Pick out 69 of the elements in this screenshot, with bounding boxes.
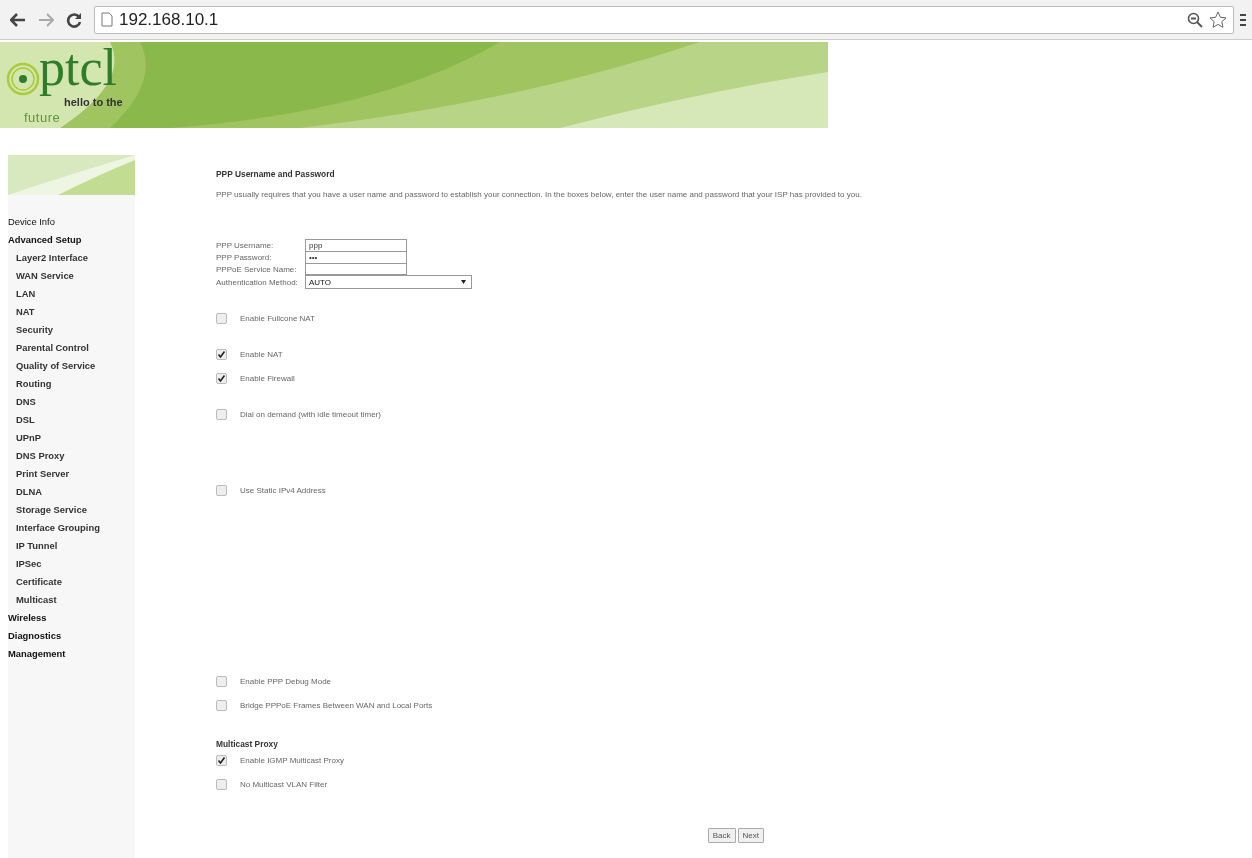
section-title: PPP Username and Password xyxy=(216,169,336,179)
checkbox[interactable] xyxy=(216,313,227,324)
sidebar-item[interactable]: IPSec xyxy=(16,559,42,570)
sidebar-item[interactable]: Wireless xyxy=(8,613,47,624)
input-field[interactable]: ppp xyxy=(305,239,407,251)
caret-icon xyxy=(461,280,466,284)
sidebar-item[interactable]: Diagnostics xyxy=(8,631,62,642)
sidebar-item[interactable]: Print Server xyxy=(16,469,70,480)
checkbox[interactable] xyxy=(216,485,227,496)
sidebar-item[interactable]: DNS xyxy=(16,397,36,408)
sidebar-item[interactable]: Security xyxy=(16,325,53,336)
dropdown[interactable]: AUTO xyxy=(305,275,472,289)
checkbox[interactable] xyxy=(216,755,227,766)
checkbox-label: Use Static IPv4 Address xyxy=(240,486,326,495)
sidebar-item[interactable]: Advanced Setup xyxy=(8,235,82,246)
checkbox[interactable] xyxy=(216,349,227,360)
field-label: PPP Password: xyxy=(216,252,272,262)
input-field[interactable] xyxy=(305,263,407,275)
checkbox-label: Enable Fullcone NAT xyxy=(240,314,315,323)
sidebar-item[interactable]: Quality of Service xyxy=(16,361,96,372)
section-title: Multicast Proxy xyxy=(216,739,279,749)
sidebar-item[interactable]: WAN Service xyxy=(16,271,74,282)
sidebar-item[interactable]: Management xyxy=(8,649,66,660)
description-text: PPP usually requires that you have a user name and password to establish your connection. In the boxes below, enter the user name and password that your ISP has provided to you. xyxy=(216,190,863,199)
address-bar[interactable]: 192.168.10.1 xyxy=(94,5,1234,34)
star-icon[interactable] xyxy=(1209,10,1227,29)
logo-tagline: hello to the xyxy=(64,96,123,108)
checkbox[interactable] xyxy=(216,779,227,790)
sidebar-item[interactable]: Storage Service xyxy=(16,505,87,516)
checkbox-label: Dial on demand (with idle timeout timer) xyxy=(240,410,381,419)
sidebar-item[interactable]: LAN xyxy=(16,289,36,300)
checkbox[interactable] xyxy=(216,700,227,711)
checkbox-label: Bridge PPPoE Frames Between WAN and Local Ports xyxy=(240,701,433,710)
nav-button[interactable]: Back xyxy=(707,828,736,843)
logo-text: ptcl xyxy=(39,42,117,94)
sidebar-item[interactable]: Routing xyxy=(16,379,52,390)
sidebar-item[interactable]: NAT xyxy=(16,307,35,318)
checkbox-label: Enable IGMP Multicast Proxy xyxy=(240,756,344,765)
sidebar-item[interactable]: Device Info xyxy=(8,217,55,228)
sidebar-item[interactable]: Interface Grouping xyxy=(16,523,100,534)
logo-icon xyxy=(6,62,40,96)
field-label: Authentication Method: xyxy=(216,277,298,287)
menu-icon[interactable] xyxy=(1240,12,1246,27)
url-text: 192.168.10.1 xyxy=(119,9,220,30)
sidebar-item[interactable]: Multicast xyxy=(16,595,57,606)
sidebar-item[interactable]: Parental Control xyxy=(16,343,89,354)
zoom-out-icon[interactable] xyxy=(1187,11,1203,28)
checkbox-label: Enable NAT xyxy=(240,350,283,359)
logo-tagline: future xyxy=(24,110,61,125)
nav-button[interactable]: Next xyxy=(737,828,764,843)
field-label: PPP Username: xyxy=(216,240,274,250)
checkbox-label: No Multicast VLAN Filter xyxy=(240,780,328,789)
checkbox-label: Enable PPP Debug Mode xyxy=(240,677,332,686)
checkbox-label: Enable Firewall xyxy=(240,374,295,383)
sidebar-item[interactable]: Layer2 Interface xyxy=(16,253,88,264)
checkbox[interactable] xyxy=(216,373,227,384)
page-icon xyxy=(101,12,113,27)
checkbox[interactable] xyxy=(216,676,227,687)
input-field[interactable]: ••• xyxy=(305,251,407,263)
back-icon[interactable] xyxy=(10,12,26,27)
sidebar-item[interactable]: IP Tunnel xyxy=(16,541,58,552)
sidebar-item[interactable]: UPnP xyxy=(16,433,41,444)
sidebar-item[interactable]: DNS Proxy xyxy=(16,451,65,462)
sidebar-item[interactable]: DLNA xyxy=(16,487,43,498)
sidebar-item[interactable]: DSL xyxy=(16,415,35,426)
checkbox[interactable] xyxy=(216,409,227,420)
reload-icon[interactable] xyxy=(66,11,82,28)
field-label: PPPoE Service Name: xyxy=(216,264,297,274)
sidebar-item[interactable]: Certificate xyxy=(16,577,62,588)
